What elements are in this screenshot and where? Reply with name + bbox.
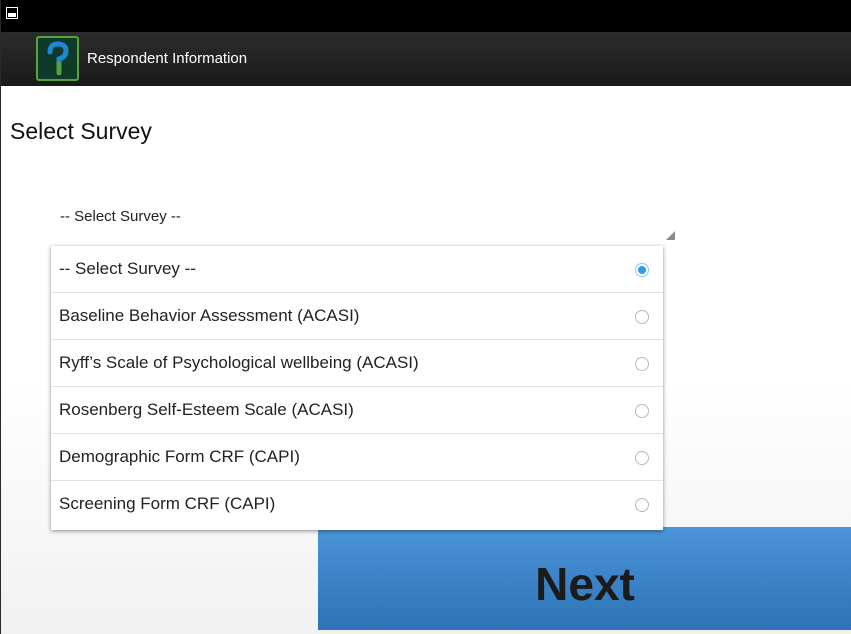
app-logo-icon[interactable] (36, 36, 79, 81)
radio-checked-icon[interactable] (635, 263, 649, 277)
survey-dropdown-list: -- Select Survey -- Baseline Behavior As… (51, 246, 663, 530)
app-title: Respondent Information (87, 50, 248, 67)
option-label: Screening Form CRF (CAPI) (59, 494, 276, 513)
dropdown-option-select-survey[interactable]: -- Select Survey -- (51, 246, 663, 293)
option-label: -- Select Survey -- (59, 259, 196, 278)
dropdown-option-ryff-scale[interactable]: Ryff’s Scale of Psychological wellbeing … (51, 340, 663, 387)
spinner-selected-value: -- Select Survey -- (60, 208, 181, 225)
radio-unchecked-icon[interactable] (635, 498, 649, 512)
dropdown-caret-icon (666, 231, 675, 240)
next-button[interactable]: Next (318, 527, 851, 630)
dropdown-option-screening-form[interactable]: Screening Form CRF (CAPI) (51, 481, 663, 528)
action-bar: Respondent Information (1, 32, 851, 86)
survey-spinner[interactable]: -- Select Survey -- (51, 198, 675, 244)
dropdown-option-baseline-behavior[interactable]: Baseline Behavior Assessment (ACASI) (51, 293, 663, 340)
option-label: Ryff’s Scale of Psychological wellbeing … (59, 353, 419, 372)
option-label: Baseline Behavior Assessment (ACASI) (59, 306, 360, 325)
radio-unchecked-icon[interactable] (635, 357, 649, 371)
app-logo-glyph (47, 41, 69, 76)
radio-unchecked-icon[interactable] (635, 451, 649, 465)
radio-unchecked-icon[interactable] (635, 404, 649, 418)
image-icon (6, 7, 18, 19)
dropdown-option-demographic-form[interactable]: Demographic Form CRF (CAPI) (51, 434, 663, 481)
option-label: Demographic Form CRF (CAPI) (59, 447, 300, 466)
option-label: Rosenberg Self-Esteem Scale (ACASI) (59, 400, 354, 419)
page-title: Select Survey (10, 118, 152, 144)
next-button-label: Next (535, 557, 635, 610)
dropdown-option-rosenberg[interactable]: Rosenberg Self-Esteem Scale (ACASI) (51, 387, 663, 434)
radio-unchecked-icon[interactable] (635, 310, 649, 324)
app-window: Respondent Information Select Survey -- … (0, 0, 851, 634)
status-bar (1, 0, 851, 32)
